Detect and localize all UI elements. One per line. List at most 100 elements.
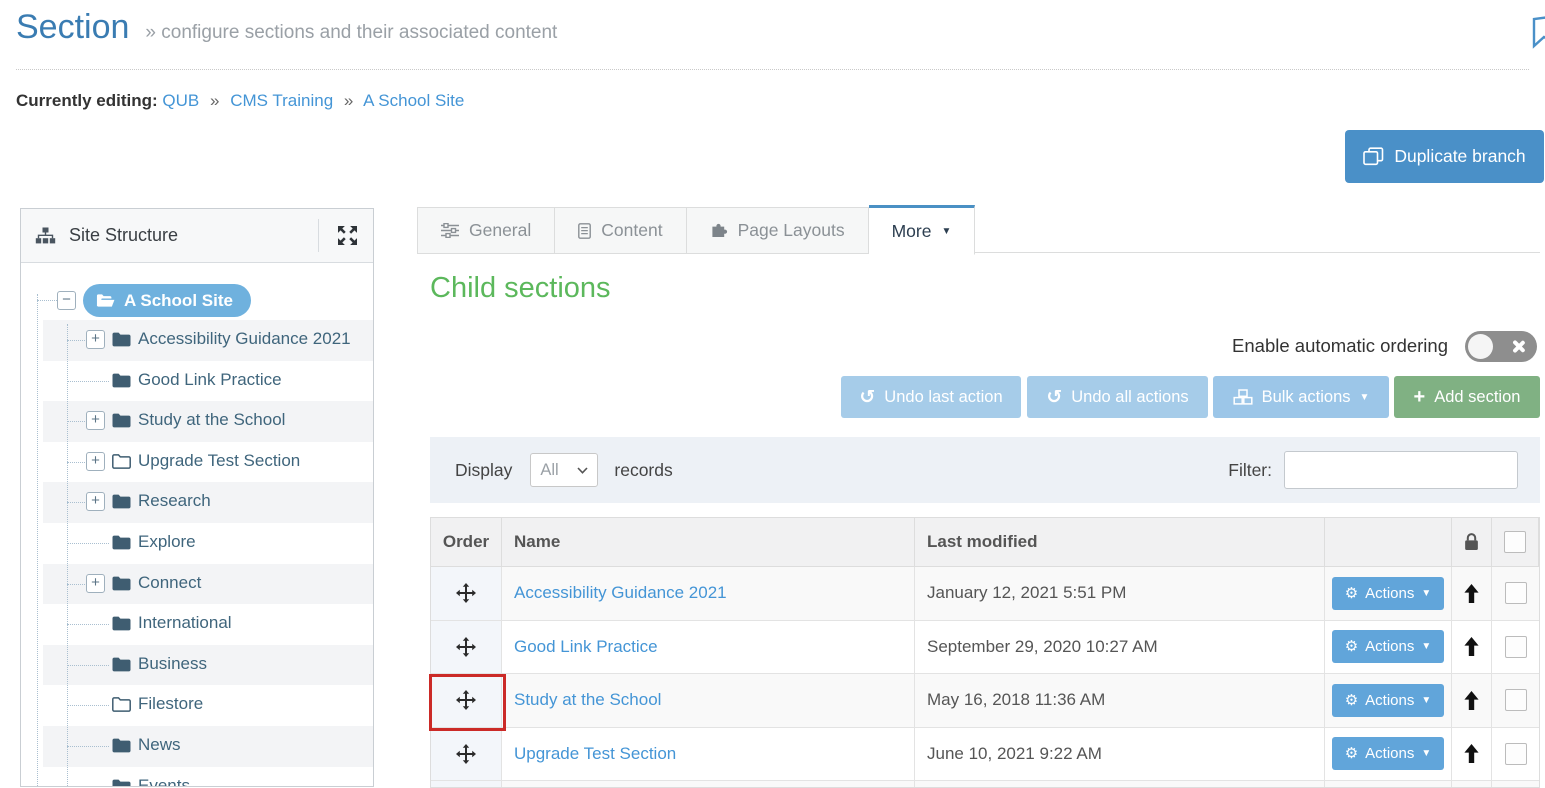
sidebar-item-label[interactable]: News	[138, 735, 181, 755]
chevron-down-icon: ▼	[1360, 392, 1370, 403]
sidebar-item-explore[interactable]: Explore	[21, 523, 373, 564]
sidebar-item-label[interactable]: International	[138, 613, 232, 633]
bulk-actions-button[interactable]: Bulk actions ▼	[1213, 376, 1389, 418]
sidebar-item-label[interactable]: Events	[138, 776, 190, 787]
sidebar-item-label[interactable]: Study at the School	[138, 410, 285, 430]
sliders-icon	[441, 223, 459, 238]
sidebar-item-filestore[interactable]: Filestore	[21, 685, 373, 726]
sidebar-item-events[interactable]: Events	[21, 767, 373, 787]
actions-button[interactable]: ⚙ Actions ▼	[1332, 737, 1445, 770]
duplicate-branch-button[interactable]: Duplicate branch	[1345, 130, 1544, 183]
sidebar-item-accessibility-guidance-2021[interactable]: + Accessibility Guidance 2021	[21, 320, 373, 361]
page-section-heading: Child sections	[430, 272, 611, 305]
move-up-cell[interactable]	[1452, 674, 1492, 728]
add-section-button[interactable]: + Add section	[1394, 376, 1540, 418]
document-icon	[578, 223, 591, 239]
drag-handle-cell	[431, 781, 502, 787]
row-checkbox[interactable]	[1505, 636, 1527, 658]
tab-more[interactable]: More ▼	[869, 205, 976, 255]
folder-icon	[112, 413, 131, 428]
row-checkbox[interactable]	[1505, 743, 1527, 765]
page-title: Section	[16, 8, 129, 47]
tree-connector-stub	[37, 300, 57, 301]
drag-handle-cell-highlighted[interactable]	[431, 674, 502, 728]
auto-ordering-toggle[interactable]	[1465, 331, 1537, 362]
child-sections-table: Order Name Last modified Accessibility G…	[430, 517, 1540, 788]
expand-icon[interactable]: +	[86, 574, 105, 593]
undo-last-action-button[interactable]: ↺ Undo last action	[841, 376, 1021, 418]
section-link[interactable]: Accessibility Guidance 2021	[514, 583, 727, 603]
sidebar-item-label[interactable]: Filestore	[138, 694, 203, 714]
sidebar-item-a-school-site[interactable]: A School Site	[83, 284, 251, 317]
drag-handle-cell[interactable]	[431, 728, 502, 782]
breadcrumb-link-qub[interactable]: QUB	[162, 91, 199, 110]
breadcrumb-link-cms-training[interactable]: CMS Training	[230, 91, 333, 110]
gear-icon: ⚙	[1345, 746, 1358, 761]
tab-page-layouts[interactable]: Page Layouts	[687, 207, 869, 254]
actions-label: Actions	[1365, 692, 1414, 709]
select-all-checkbox[interactable]	[1504, 531, 1526, 553]
move-up-cell[interactable]	[1452, 621, 1492, 675]
sidebar-item-label[interactable]: Connect	[138, 573, 201, 593]
sidebar-item-international[interactable]: International	[21, 604, 373, 645]
sidebar-item-label[interactable]: Accessibility Guidance 2021	[138, 329, 351, 349]
sidebar-item-label[interactable]: Good Link Practice	[138, 370, 282, 390]
folder-open-icon	[96, 293, 115, 308]
table-controls-bar: Display All records Filter:	[430, 437, 1540, 503]
sidebar-item-label[interactable]: Research	[138, 491, 211, 511]
page-subtitle: » configure sections and their associate…	[145, 22, 557, 44]
undo-icon: ↺	[1046, 388, 1062, 407]
tab-general[interactable]: General	[417, 207, 555, 254]
row-checkbox[interactable]	[1505, 689, 1527, 711]
sidebar-item-upgrade-test-section[interactable]: + Upgrade Test Section	[21, 442, 373, 483]
actions-button[interactable]: ⚙ Actions ▼	[1332, 684, 1445, 717]
breadcrumb-separator: »	[210, 91, 219, 110]
expand-icon[interactable]: +	[86, 411, 105, 430]
expand-icon[interactable]: +	[86, 330, 105, 349]
sidebar-item-label[interactable]: Business	[138, 654, 207, 674]
drag-handle-cell[interactable]	[431, 621, 502, 675]
records-label: records	[614, 460, 672, 481]
breadcrumb-link-a-school-site[interactable]: A School Site	[363, 91, 464, 110]
site-structure-tree: − A School Site + Accessibility Guidance…	[21, 282, 373, 787]
section-link[interactable]: Study at the School	[514, 690, 661, 710]
tab-content[interactable]: Content	[555, 207, 686, 254]
collapse-icon[interactable]: −	[57, 291, 76, 310]
sidebar-item-research[interactable]: + Research	[21, 482, 373, 523]
breadcrumb-label: Currently editing:	[16, 91, 158, 110]
sidebar-item-news[interactable]: News	[21, 726, 373, 767]
undo-icon: ↺	[859, 388, 875, 407]
folder-outline-icon	[112, 454, 131, 469]
tree-connector-stub	[67, 746, 109, 747]
sidebar-item-label[interactable]: Upgrade Test Section	[138, 451, 300, 471]
sidebar-item-good-link-practice[interactable]: Good Link Practice	[21, 361, 373, 402]
folder-icon	[112, 373, 131, 388]
sidebar-item-business[interactable]: Business	[21, 645, 373, 686]
move-up-cell[interactable]	[1452, 728, 1492, 782]
filter-input[interactable]	[1284, 451, 1518, 489]
bookmark-icon[interactable]	[1532, 13, 1545, 51]
section-link[interactable]: Upgrade Test Section	[514, 744, 676, 764]
undo-all-actions-button[interactable]: ↺ Undo all actions	[1027, 376, 1208, 418]
actions-button[interactable]: ⚙ Actions ▼	[1332, 577, 1445, 610]
actions-button[interactable]: ⚙ Actions ▼	[1332, 630, 1445, 663]
gear-icon: ⚙	[1345, 586, 1358, 601]
tree-connector-stub	[67, 543, 109, 544]
tree-connector-line	[37, 294, 38, 787]
expand-icon[interactable]: +	[86, 452, 105, 471]
auto-ordering-label: Enable automatic ordering	[1232, 335, 1448, 357]
move-up-cell[interactable]	[1452, 567, 1492, 621]
sidebar-item-label[interactable]: Explore	[138, 532, 196, 552]
folder-icon	[112, 738, 131, 753]
plus-icon: +	[1414, 387, 1426, 407]
expand-panel-icon[interactable]	[338, 226, 357, 245]
arrow-up-icon	[1464, 637, 1479, 656]
sidebar-item-connect[interactable]: + Connect	[21, 564, 373, 605]
section-link[interactable]: Good Link Practice	[514, 637, 658, 657]
records-per-page-select[interactable]: All	[530, 453, 598, 487]
row-checkbox[interactable]	[1505, 582, 1527, 604]
expand-icon[interactable]: +	[86, 492, 105, 511]
sidebar-item-study-at-the-school[interactable]: + Study at the School	[21, 401, 373, 442]
drag-handle-cell[interactable]	[431, 567, 502, 621]
table-row-accessibility-guidance-2021: Accessibility Guidance 2021 January 12, …	[431, 567, 1539, 621]
